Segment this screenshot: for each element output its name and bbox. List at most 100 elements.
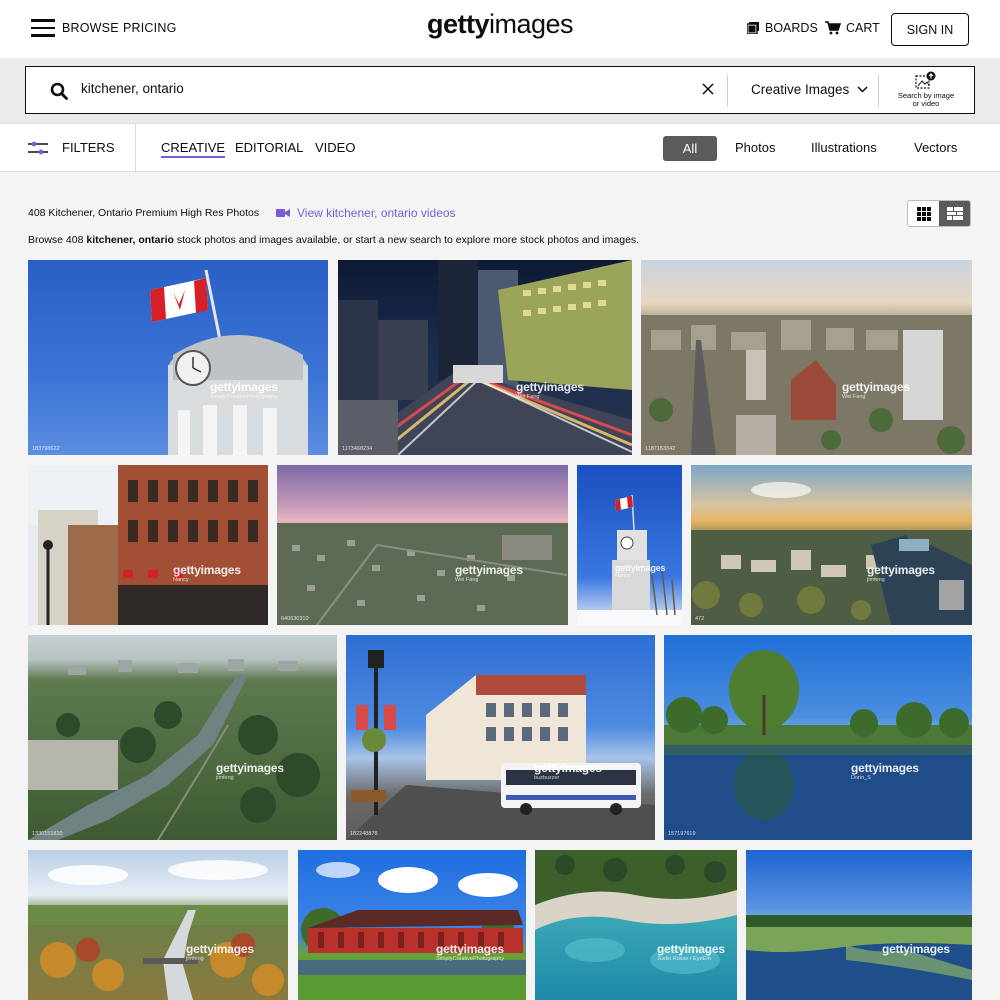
image-result[interactable]: gettyimages	[746, 850, 972, 1000]
watermark: gettyimages buzbuzzer	[534, 761, 602, 781]
image-result[interactable]: gettyimages SimplyCreativePhotography	[298, 850, 526, 1000]
filters-button[interactable]: FILTERS	[28, 140, 115, 155]
aerial-coast-photo	[535, 850, 737, 974]
logo-light-text: images	[488, 9, 574, 39]
image-id: 640630310	[281, 616, 309, 622]
search-box: Creative Images Search by image or video	[25, 66, 975, 114]
watermark: gettyimages SimplyCreativePhotography	[210, 380, 278, 400]
image-credit: Nancy	[615, 573, 631, 579]
watermark-text: gettyimages	[216, 761, 284, 775]
view-videos-label: View kitchener, ontario videos	[297, 206, 456, 220]
image-id: 1330151810	[32, 831, 63, 837]
tab-editorial[interactable]: EDITORIAL	[235, 140, 303, 155]
top-header: BROWSE PRICING gettyimages BOARDS CART S…	[0, 0, 1000, 58]
cart-link[interactable]: CART	[825, 21, 880, 35]
mosaic-icon	[946, 207, 963, 220]
type-all-button[interactable]: All	[663, 136, 717, 161]
tab-creative[interactable]: CREATIVE	[161, 140, 226, 158]
mosaic-view-button[interactable]	[939, 201, 970, 226]
chevron-down-icon	[857, 86, 868, 93]
image-credit: jimfeng	[186, 956, 204, 962]
image-result[interactable]: gettyimages Nancy	[577, 465, 682, 625]
search-by-image-line2: or video	[912, 99, 940, 108]
search-by-image-button[interactable]: Search by image or video	[894, 71, 958, 108]
clear-search-icon[interactable]	[701, 82, 715, 96]
filter-bar: FILTERS CREATIVE EDITORIAL VIDEO All Pho…	[0, 123, 1000, 173]
image-result[interactable]: gettyimages jimfeng 472	[691, 465, 972, 625]
watermark: gettyimages Wei Fang	[842, 380, 910, 400]
image-result[interactable]: gettyimages jimfeng	[28, 850, 288, 1000]
result-count: 408 Kitchener, Ontario Premium High Res …	[28, 207, 260, 219]
search-band: Creative Images Search by image or video	[0, 58, 1000, 123]
image-credit: Wei Fang	[455, 577, 479, 583]
watermark: gettyimages Dorin_S	[851, 761, 919, 781]
image-result[interactable]: gettyimages buzbuzzer 182248878	[346, 635, 655, 840]
grid-view-button[interactable]	[908, 201, 939, 226]
watermark: gettyimages jimfeng	[216, 761, 284, 781]
boards-label: BOARDS	[765, 21, 818, 35]
filters-label: FILTERS	[62, 140, 115, 155]
watermark: gettyimages	[882, 942, 950, 956]
downtown-bus-photo	[346, 650, 655, 840]
boards-icon	[747, 22, 759, 34]
watermark: gettyimages Wei Fang	[516, 380, 584, 400]
search-divider	[727, 75, 728, 107]
image-credit: Justin Russo / EyeEm	[657, 956, 711, 962]
image-id: 472	[695, 616, 705, 622]
image-upload-icon	[915, 71, 936, 89]
image-credit: jimfeng	[867, 577, 885, 583]
search-divider-2	[878, 75, 879, 107]
dusk-aerial-photo	[277, 523, 568, 625]
sliders-icon	[28, 141, 48, 154]
browse-description: Browse 408 kitchener, ontario stock phot…	[28, 234, 639, 246]
image-result[interactable]: gettyimages Justin Russo / EyeEm	[535, 850, 737, 1000]
watermark-text: gettyimages	[615, 563, 666, 573]
image-id: 1173468234	[342, 446, 373, 452]
aerial-river-photo	[28, 659, 320, 840]
sunset-river-town-photo	[691, 482, 972, 625]
type-vectors-button[interactable]: Vectors	[914, 140, 957, 155]
watermark-text: gettyimages	[882, 942, 950, 956]
browse-prefix: Browse 408	[28, 234, 87, 246]
watermark: gettyimages Justin Russo / EyeEm	[657, 942, 725, 962]
boards-link[interactable]: BOARDS	[747, 21, 818, 35]
image-result[interactable]: gettyimages SimplyCreativePhotography 183…	[28, 260, 328, 455]
filter-divider	[135, 124, 136, 173]
watermark: gettyimages SimplyCreativePhotography	[436, 942, 504, 962]
search-input[interactable]	[81, 81, 641, 96]
type-illustrations-button[interactable]: Illustrations	[811, 140, 877, 155]
watermark-text: gettyimages	[657, 942, 725, 956]
image-id: 182248878	[350, 831, 378, 837]
browse-suffix: stock photos and images available, or st…	[173, 234, 640, 246]
image-credit: Wei Fang	[516, 394, 540, 400]
image-credit: Wei Fang	[842, 394, 866, 400]
search-icon[interactable]	[50, 82, 68, 100]
watermark-text: gettyimages	[867, 563, 935, 577]
cart-icon	[825, 21, 841, 35]
watermark-text: gettyimages	[516, 380, 584, 394]
image-result[interactable]: gettyimages jimfeng 1330151810	[28, 635, 337, 840]
image-result[interactable]: gettyimages Wei Fang 640630310	[277, 465, 568, 625]
river-marsh-photo	[746, 915, 972, 1000]
image-result[interactable]: gettyimages Nancy	[28, 465, 268, 625]
covered-bridge-photo	[298, 862, 526, 1000]
image-result[interactable]: gettyimages Wei Fang 1187153342	[641, 260, 972, 455]
watermark: gettyimages jimfeng	[186, 942, 254, 962]
watermark: gettyimages jimfeng	[867, 563, 935, 583]
watermark-text: gettyimages	[842, 380, 910, 394]
video-camera-icon	[276, 209, 290, 217]
view-videos-link[interactable]: View kitchener, ontario videos	[276, 206, 456, 220]
image-result[interactable]: gettyimages Wei Fang 1173468234	[338, 260, 632, 455]
tab-video[interactable]: VIDEO	[315, 140, 355, 155]
cart-label: CART	[846, 21, 880, 35]
type-photos-button[interactable]: Photos	[735, 140, 775, 155]
sign-in-button[interactable]: SIGN IN	[891, 13, 969, 46]
autumn-river-photo	[28, 860, 288, 1000]
watermark-text: gettyimages	[455, 563, 523, 577]
image-category-select[interactable]: Creative Images	[751, 82, 868, 97]
grid-icon	[916, 206, 931, 221]
image-result[interactable]: gettyimages Dorin_S 157197619	[664, 635, 972, 840]
browse-keyword: kitchener, ontario	[86, 234, 174, 246]
watermark-text: gettyimages	[851, 761, 919, 775]
image-credit: SimplyCreativePhotography	[210, 394, 279, 400]
